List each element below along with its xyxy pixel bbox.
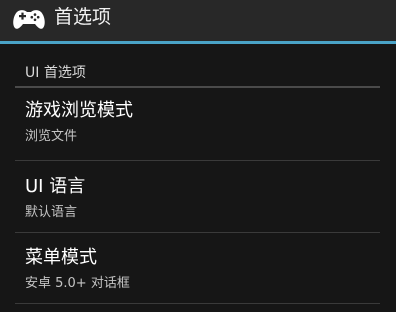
pref-title: 菜单模式 — [25, 247, 97, 268]
preferences-list: UI 首选项 游戏浏览模式 浏览文件 UI 语言 默认语言 菜单模式 安卓 5.… — [0, 44, 396, 312]
action-bar-title: 首选项 — [54, 6, 112, 28]
pref-title: 游戏浏览模式 — [25, 100, 133, 121]
pref-summary: 安卓 5.0+ 对话框 — [25, 276, 130, 291]
action-bar: 首选项 — [0, 0, 396, 41]
preferences-screen: 首选项 UI 首选项 游戏浏览模式 浏览文件 UI 语言 默认语言 菜单模式 安… — [0, 0, 396, 312]
pref-summary: 默认语言 — [25, 205, 78, 220]
category-divider — [15, 86, 380, 88]
pref-divider — [15, 160, 380, 161]
pref-ui-language[interactable]: UI 语言 默认语言 — [15, 175, 380, 231]
gamepad-icon[interactable] — [11, 6, 47, 30]
category-ui-preferences: UI 首选项 — [25, 65, 86, 81]
pref-divider — [15, 232, 380, 233]
pref-title: UI 语言 — [25, 176, 86, 197]
pref-divider — [15, 303, 380, 304]
pref-game-browse-mode[interactable]: 游戏浏览模式 浏览文件 — [15, 99, 380, 160]
pref-summary: 浏览文件 — [25, 129, 78, 144]
pref-menu-mode[interactable]: 菜单模式 安卓 5.0+ 对话框 — [15, 246, 380, 302]
